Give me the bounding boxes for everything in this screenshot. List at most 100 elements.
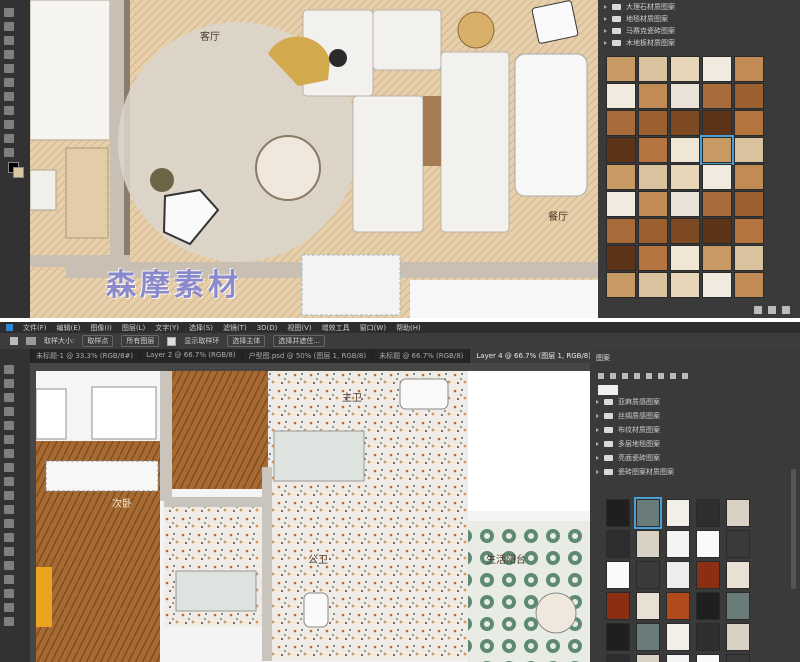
pattern-swatch[interactable]	[726, 499, 750, 527]
pattern-swatch[interactable]	[702, 110, 732, 136]
pattern-swatch[interactable]	[696, 561, 720, 589]
pattern-swatch[interactable]	[606, 245, 636, 271]
history-brush-icon[interactable]	[4, 477, 14, 486]
delete-icon[interactable]	[782, 306, 790, 314]
folder-row[interactable]: 丝绸质感图案	[596, 411, 660, 421]
crop-tool-icon[interactable]	[4, 407, 14, 416]
lasso-tool-icon[interactable]	[4, 393, 14, 402]
eraser-tool-icon[interactable]	[4, 491, 14, 500]
pattern-swatch[interactable]	[606, 164, 636, 190]
pattern-swatch[interactable]	[606, 83, 636, 109]
pattern-swatch[interactable]	[734, 218, 764, 244]
blur-tool-icon[interactable]	[4, 519, 14, 528]
pattern-swatch[interactable]	[734, 245, 764, 271]
pattern-swatch[interactable]	[696, 530, 720, 558]
pattern-swatch[interactable]	[702, 245, 732, 271]
pattern-swatch[interactable]	[734, 164, 764, 190]
pattern-swatch[interactable]	[638, 137, 668, 163]
pattern-swatch[interactable]	[606, 137, 636, 163]
folder-row[interactable]: 多层地毯图案	[596, 439, 660, 449]
move-tool-icon[interactable]	[4, 365, 14, 374]
menu-select[interactable]: 选择(S)	[189, 323, 213, 333]
pen-tool-icon[interactable]	[4, 120, 14, 129]
panel-tool-icon[interactable]	[658, 373, 664, 379]
folder-row[interactable]: 布纹材质图案	[596, 425, 660, 435]
pattern-swatch[interactable]	[734, 191, 764, 217]
eyedropper-tool-icon[interactable]	[4, 64, 14, 73]
pattern-swatch[interactable]	[702, 56, 732, 82]
pattern-swatch[interactable]	[726, 654, 750, 662]
pattern-swatch[interactable]	[636, 592, 660, 620]
stamp-tool-icon[interactable]	[4, 463, 14, 472]
pattern-swatch[interactable]	[734, 110, 764, 136]
pattern-swatch[interactable]	[606, 56, 636, 82]
pattern-swatch[interactable]	[696, 592, 720, 620]
folder-row[interactable]: 亮面瓷砖图案	[596, 453, 660, 463]
pattern-swatch[interactable]	[666, 561, 690, 589]
pattern-swatch[interactable]	[670, 245, 700, 271]
path-select-icon[interactable]	[4, 575, 14, 584]
pattern-swatch[interactable]	[700, 135, 734, 165]
zoom-tool-icon[interactable]	[4, 148, 14, 157]
pattern-swatch[interactable]	[636, 623, 660, 651]
marquee-tool-icon[interactable]	[4, 22, 14, 31]
menu-view[interactable]: 视图(V)	[287, 323, 311, 333]
move-tool-icon[interactable]	[4, 8, 14, 17]
lasso-tool-icon[interactable]	[4, 36, 14, 45]
select-and-mask-button[interactable]: 选择并遮住...	[273, 335, 326, 347]
pattern-swatch[interactable]	[670, 137, 700, 163]
pattern-swatch[interactable]	[726, 561, 750, 589]
pattern-swatch[interactable]	[734, 83, 764, 109]
pattern-swatch[interactable]	[606, 592, 630, 620]
pattern-swatch[interactable]	[702, 272, 732, 298]
pattern-swatch[interactable]	[638, 245, 668, 271]
pattern-swatch[interactable]	[734, 137, 764, 163]
hand-tool-icon[interactable]	[4, 134, 14, 143]
brush-tool-icon[interactable]	[4, 449, 14, 458]
menu-filter[interactable]: 滤镜(T)	[223, 323, 247, 333]
eyedropper-icon[interactable]	[26, 337, 36, 345]
pattern-swatch[interactable]	[734, 56, 764, 82]
pattern-swatch[interactable]	[606, 530, 630, 558]
pattern-swatch[interactable]	[670, 272, 700, 298]
pattern-swatch[interactable]	[726, 530, 750, 558]
menu-plugins[interactable]: 增效工具	[322, 323, 350, 333]
eyedropper-tool-icon[interactable]	[4, 421, 14, 430]
new-folder-icon[interactable]	[754, 306, 762, 314]
menu-3d[interactable]: 3D(D)	[257, 324, 278, 332]
folder-row[interactable]: 木地板材质图案	[604, 38, 675, 48]
pattern-swatch[interactable]	[666, 654, 690, 662]
pattern-swatch[interactable]	[636, 561, 660, 589]
pattern-swatch[interactable]	[666, 592, 690, 620]
panel-tool-icon[interactable]	[622, 373, 628, 379]
pattern-swatch[interactable]	[670, 164, 700, 190]
floorplan-canvas-bottom[interactable]: 主卫 次卧 公卫 生活阳台	[36, 371, 590, 662]
pattern-swatch[interactable]	[670, 218, 700, 244]
pattern-swatch[interactable]	[702, 218, 732, 244]
pattern-swatch[interactable]	[670, 110, 700, 136]
pattern-swatch[interactable]	[606, 623, 630, 651]
marquee-tool-icon[interactable]	[4, 379, 14, 388]
crop-tool-icon[interactable]	[4, 50, 14, 59]
pen-tool-icon[interactable]	[4, 547, 14, 556]
tab-doc-2[interactable]: Layer 2 @ 66.7% (RGB/8)	[140, 349, 243, 363]
panel-tool-icon[interactable]	[670, 373, 676, 379]
pattern-swatch[interactable]	[634, 497, 662, 529]
zoom-tool-icon[interactable]	[4, 617, 14, 626]
pattern-swatch[interactable]	[638, 56, 668, 82]
pattern-swatch[interactable]	[638, 83, 668, 109]
pattern-swatch[interactable]	[670, 56, 700, 82]
pattern-swatch[interactable]	[606, 218, 636, 244]
pattern-swatch[interactable]	[726, 623, 750, 651]
eraser-tool-icon[interactable]	[4, 106, 14, 115]
gradient-tool-icon[interactable]	[4, 505, 14, 514]
folder-row[interactable]: 地毯材质图案	[604, 14, 668, 24]
menu-layer[interactable]: 图层(L)	[122, 323, 145, 333]
pattern-swatch[interactable]	[606, 272, 636, 298]
pattern-swatch[interactable]	[606, 654, 630, 662]
pattern-swatch[interactable]	[734, 272, 764, 298]
menu-image[interactable]: 图像(I)	[90, 323, 112, 333]
pattern-swatch[interactable]	[606, 110, 636, 136]
pattern-swatch[interactable]	[702, 164, 732, 190]
sample-size-select[interactable]: 取样点	[82, 335, 114, 347]
